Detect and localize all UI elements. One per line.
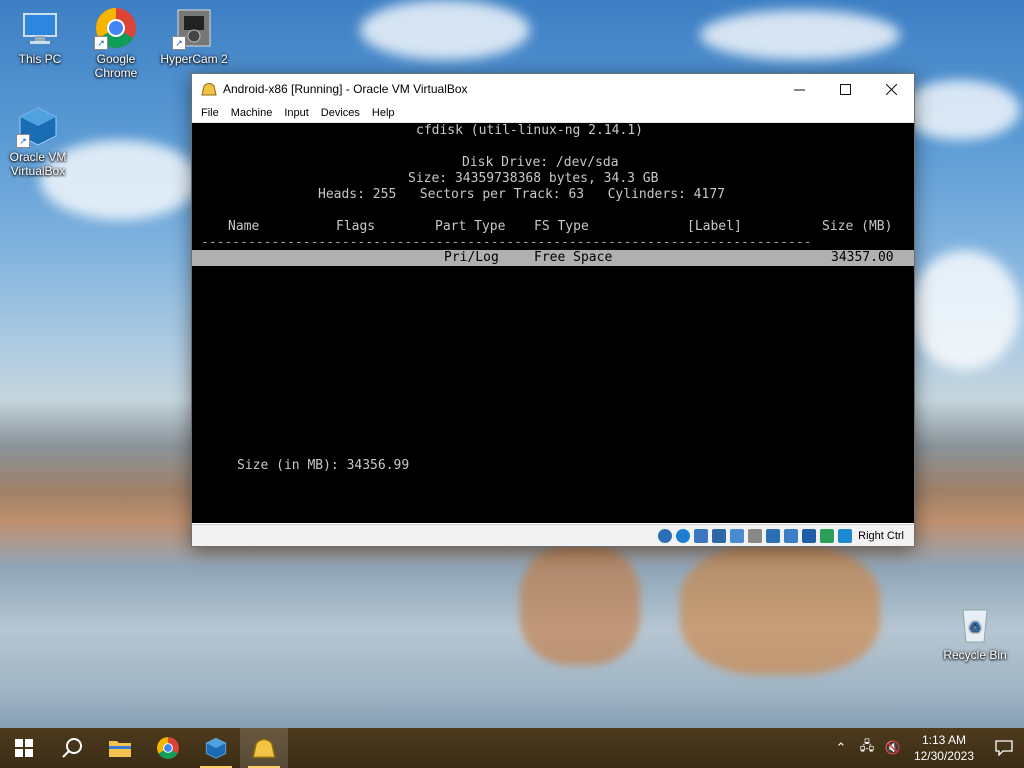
android-x86-icon (201, 83, 217, 96)
taskbar-file-explorer[interactable] (96, 728, 144, 768)
volume-muted-icon[interactable]: 🔇 (883, 740, 903, 756)
menu-machine[interactable]: Machine (225, 107, 279, 119)
display-icon[interactable] (766, 528, 781, 543)
row-part-type: Pri/Log (444, 250, 499, 265)
hypercam-icon: ↗ (172, 6, 216, 50)
chrome-icon: ↗ (94, 6, 138, 50)
column-flags: Flags (336, 219, 376, 234)
notification-icon (995, 740, 1013, 756)
menu-file[interactable]: File (195, 107, 225, 119)
computer-icon (18, 6, 62, 50)
column-size: Size (MB) (822, 219, 893, 234)
desktop-icon-recycle-bin[interactable]: ♻ Recycle Bin (939, 602, 1011, 662)
close-button[interactable] (868, 74, 914, 104)
recycle-bin-icon: ♻ (953, 602, 997, 646)
disk-drive-line: Disk Drive: /dev/sda (462, 155, 619, 170)
column-separator: ----------------------------------------… (201, 235, 812, 250)
taskbar-android-x86-vm[interactable] (240, 728, 288, 768)
svg-text:♻: ♻ (969, 619, 982, 635)
virtualbox-window[interactable]: Android-x86 [Running] - Oracle VM Virtua… (191, 73, 915, 547)
network-icon[interactable]: 🖧 (857, 737, 877, 759)
cloud (700, 10, 900, 60)
minimize-icon (793, 89, 805, 90)
cloud (360, 0, 530, 60)
cloud (910, 250, 1020, 370)
vm-console-screen[interactable]: cfdisk (util-linux-ng 2.14.1) Disk Drive… (192, 123, 914, 523)
desktop-icon-label: Recycle Bin (943, 648, 1007, 662)
minimize-button[interactable] (776, 74, 822, 104)
virtualbox-icon (205, 737, 227, 759)
menu-help[interactable]: Help (366, 107, 401, 119)
menu-bar: File Machine Input Devices Help (192, 104, 914, 123)
search-icon (62, 738, 82, 758)
desktop-icon-virtualbox[interactable]: ↗ Oracle VM VirtualBox (2, 104, 74, 178)
optical-drive-icon[interactable] (676, 528, 691, 543)
column-part-type: Part Type (435, 219, 506, 234)
keyboard-capture-icon[interactable] (838, 528, 853, 543)
partition-row-selected[interactable]: Pri/Log Free Space 34357.00 (192, 250, 914, 266)
system-tray: ⌃ 🖧 🔇 1:13 AM 12/30/2023 (828, 728, 1024, 768)
chrome-icon (157, 737, 179, 759)
cloud (900, 80, 1020, 140)
hard-disk-icon[interactable] (658, 528, 673, 543)
disk-geometry-line: Heads: 255 Sectors per Track: 63 Cylinde… (318, 187, 725, 202)
taskbar-chrome[interactable] (144, 728, 192, 768)
rock-reflection (680, 545, 880, 675)
chevron-up-icon[interactable]: ⌃ (831, 740, 851, 756)
row-fs-type: Free Space (534, 250, 613, 265)
column-name: Name (228, 219, 260, 234)
taskbar: ⌃ 🖧 🔇 1:13 AM 12/30/2023 (0, 728, 1024, 768)
desktop-icon-label: Oracle VM VirtualBox (9, 150, 67, 178)
menu-input[interactable]: Input (278, 107, 314, 119)
notification-button[interactable] (984, 728, 1024, 768)
cfdisk-title: cfdisk (util-linux-ng 2.14.1) (416, 123, 643, 138)
windows-logo-icon (15, 739, 33, 757)
close-icon (885, 83, 897, 95)
desktop-icon-label: This PC (18, 52, 62, 66)
desktop-icon-google-chrome[interactable]: ↗ Google Chrome (80, 6, 152, 80)
network-icon[interactable] (712, 528, 727, 543)
desktop-icon-this-pc[interactable]: This PC (4, 6, 76, 66)
audio-icon[interactable] (694, 528, 709, 543)
virtualbox-icon: ↗ (16, 104, 60, 148)
maximize-icon (839, 83, 851, 95)
clock-time: 1:13 AM (921, 733, 966, 747)
desktop-icon-label: Google Chrome (94, 52, 138, 80)
disk-size-line: Size: 34359738368 bytes, 34.3 GB (408, 171, 659, 186)
menu-devices[interactable]: Devices (315, 107, 366, 119)
column-label: [Label] (687, 219, 742, 234)
start-button[interactable] (0, 728, 48, 768)
vm-status-bar: Right Ctrl (192, 524, 914, 546)
android-x86-icon (252, 738, 276, 759)
window-title: Android-x86 [Running] - Oracle VM Virtua… (223, 82, 468, 96)
desktop-icon-label: HyperCam 2 (160, 52, 228, 66)
column-fs-type: FS Type (534, 219, 589, 234)
folder-icon (109, 741, 131, 757)
shared-folders-icon[interactable] (748, 528, 763, 543)
vt-x-icon[interactable] (802, 528, 817, 543)
desktop-icon-hypercam[interactable]: ↗ HyperCam 2 (158, 6, 230, 66)
search-button[interactable] (48, 728, 96, 768)
size-input-prompt[interactable]: Size (in MB): 34356.99 (237, 458, 409, 474)
mouse-integration-icon[interactable] (820, 528, 835, 543)
video-capture-icon[interactable] (784, 528, 799, 543)
taskbar-virtualbox[interactable] (192, 728, 240, 768)
host-key-label: Right Ctrl (858, 529, 904, 542)
rock-reflection (520, 545, 640, 665)
window-titlebar[interactable]: Android-x86 [Running] - Oracle VM Virtua… (192, 74, 914, 104)
maximize-button[interactable] (822, 74, 868, 104)
clock[interactable]: 1:13 AM 12/30/2023 (914, 732, 974, 764)
usb-icon[interactable] (730, 528, 745, 543)
clock-date: 12/30/2023 (913, 749, 974, 763)
row-size: 34357.00 (831, 250, 894, 265)
